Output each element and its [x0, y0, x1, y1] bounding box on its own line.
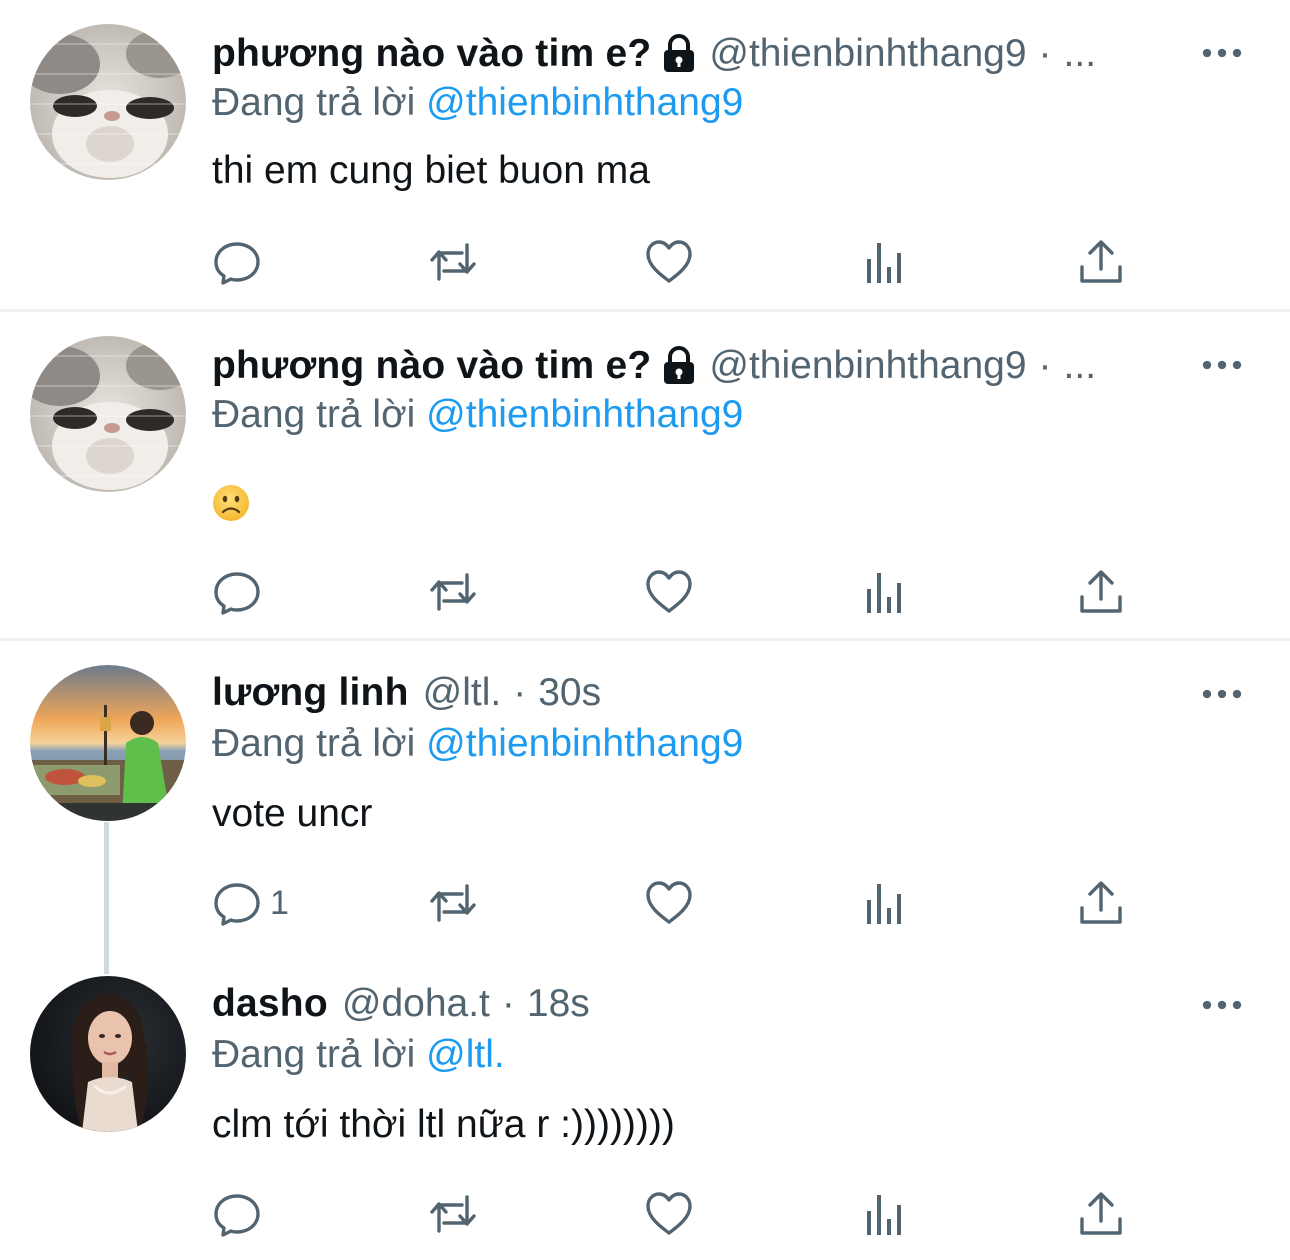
- display-name[interactable]: dasho: [212, 982, 328, 1026]
- heart-icon: [646, 240, 692, 283]
- mention-link[interactable]: @ltl.: [426, 1033, 505, 1076]
- tweet[interactable]: phương nào vào tim e? @thienbinhthang9 ·…: [0, 312, 1290, 638]
- share-button[interactable]: [1076, 236, 1126, 288]
- share-icon: [1080, 240, 1122, 283]
- retweet-icon: [430, 573, 476, 611]
- display-name[interactable]: phương nào vào tim e?: [212, 344, 651, 388]
- replying-to: Đang trả lời @thienbinhthang9: [212, 390, 743, 440]
- action-bar: [212, 566, 1152, 618]
- timeline: phương nào vào tim e? @thienbinhthang9 ·…: [0, 0, 1290, 1260]
- like-button[interactable]: [644, 566, 694, 618]
- views-icon: [867, 1195, 901, 1235]
- tweet[interactable]: lương linh @ltl. · 30s Đang trả lời @thi…: [0, 641, 1290, 951]
- reply-button[interactable]: [212, 1188, 270, 1240]
- tweet-header: phương nào vào tim e? @thienbinhthang9 ·…: [212, 28, 1180, 80]
- views-icon: [867, 573, 901, 613]
- reply-count: 1: [270, 883, 289, 922]
- tweet-text: vote uncr: [212, 792, 373, 835]
- retweet-button[interactable]: [428, 877, 478, 929]
- avatar[interactable]: [30, 665, 186, 821]
- tweet[interactable]: dasho @doha.t · 18s Đang trả lời @ltl. c…: [0, 952, 1290, 1260]
- reply-icon: [214, 242, 260, 285]
- heart-icon: [646, 881, 692, 924]
- mention-link[interactable]: @thienbinhthang9: [426, 722, 743, 765]
- retweet-button[interactable]: [428, 1188, 478, 1240]
- views-button[interactable]: [860, 236, 910, 288]
- user-handle[interactable]: @thienbinhthang9: [709, 32, 1026, 76]
- tweet-text: clm tới thời ltl nữa r :)))))))): [212, 1103, 675, 1146]
- share-button[interactable]: [1076, 1188, 1126, 1240]
- reply-icon: [214, 572, 260, 615]
- separator-dot: ·: [501, 982, 515, 1025]
- tweet-header: lương linh @ltl. · 30s: [212, 667, 1180, 719]
- separator-dot: ·: [513, 671, 527, 714]
- lock-icon: [661, 34, 697, 74]
- reply-button[interactable]: [212, 566, 270, 618]
- share-icon: [1080, 1192, 1122, 1235]
- lock-icon: [661, 346, 697, 386]
- timestamp[interactable]: 18s: [527, 982, 590, 1026]
- views-button[interactable]: [860, 877, 910, 929]
- reply-icon: [214, 1194, 260, 1237]
- more-icon[interactable]: [1198, 38, 1246, 68]
- more-icon[interactable]: [1198, 679, 1246, 709]
- reply-button[interactable]: [212, 236, 270, 288]
- replying-prefix: Đang trả lời: [212, 393, 416, 436]
- tweet[interactable]: phương nào vào tim e? @thienbinhthang9 ·…: [0, 0, 1290, 310]
- avatar[interactable]: [30, 24, 186, 180]
- retweet-icon: [430, 1195, 476, 1233]
- separator-dot: ·: [1038, 32, 1052, 75]
- replying-prefix: Đang trả lời: [212, 722, 416, 765]
- timestamp[interactable]: 30s: [538, 671, 601, 715]
- separator-dot: ·: [1038, 344, 1052, 387]
- mention-link[interactable]: @thienbinhthang9: [426, 81, 743, 124]
- replying-to: Đang trả lời @thienbinhthang9: [212, 719, 743, 769]
- tweet-header: phương nào vào tim e? @thienbinhthang9 ·…: [212, 340, 1180, 392]
- action-bar: [212, 1188, 1152, 1240]
- retweet-button[interactable]: [428, 236, 478, 288]
- share-icon: [1080, 570, 1122, 613]
- retweet-icon: [430, 243, 476, 281]
- like-button[interactable]: [644, 1188, 694, 1240]
- share-button[interactable]: [1076, 877, 1126, 929]
- replying-to: Đang trả lời @ltl.: [212, 1030, 505, 1080]
- tweet-text: [212, 476, 250, 526]
- avatar[interactable]: [30, 336, 186, 492]
- tweet-text: thi em cung biet buon ma: [212, 149, 650, 192]
- reply-icon: [214, 883, 260, 926]
- like-button[interactable]: [644, 877, 694, 929]
- timestamp[interactable]: ...: [1064, 32, 1097, 76]
- retweet-icon: [430, 884, 476, 922]
- replying-prefix: Đang trả lời: [212, 81, 416, 124]
- views-button[interactable]: [860, 1188, 910, 1240]
- retweet-button[interactable]: [428, 566, 478, 618]
- user-handle[interactable]: @thienbinhthang9: [709, 344, 1026, 388]
- action-bar: [212, 236, 1152, 288]
- more-icon[interactable]: [1198, 350, 1246, 380]
- heart-icon: [646, 1192, 692, 1235]
- display-name[interactable]: lương linh: [212, 671, 409, 715]
- mention-link[interactable]: @thienbinhthang9: [426, 393, 743, 436]
- reply-button[interactable]: 1: [212, 877, 289, 929]
- heart-icon: [646, 570, 692, 613]
- action-bar: 1: [212, 877, 1152, 929]
- user-handle[interactable]: @doha.t: [342, 982, 490, 1026]
- replying-to: Đang trả lời @thienbinhthang9: [212, 78, 743, 128]
- timestamp[interactable]: ...: [1064, 344, 1097, 388]
- share-button[interactable]: [1076, 566, 1126, 618]
- views-icon: [867, 243, 901, 283]
- user-handle[interactable]: @ltl.: [423, 671, 502, 715]
- share-icon: [1080, 881, 1122, 924]
- more-icon[interactable]: [1198, 990, 1246, 1020]
- views-button[interactable]: [860, 566, 910, 618]
- avatar[interactable]: [30, 976, 186, 1132]
- slightly-frowning-face-emoji: [213, 484, 249, 521]
- views-icon: [867, 884, 901, 924]
- replying-prefix: Đang trả lời: [212, 1033, 416, 1076]
- tweet-header: dasho @doha.t · 18s: [212, 978, 1180, 1030]
- like-button[interactable]: [644, 236, 694, 288]
- display-name[interactable]: phương nào vào tim e?: [212, 32, 651, 76]
